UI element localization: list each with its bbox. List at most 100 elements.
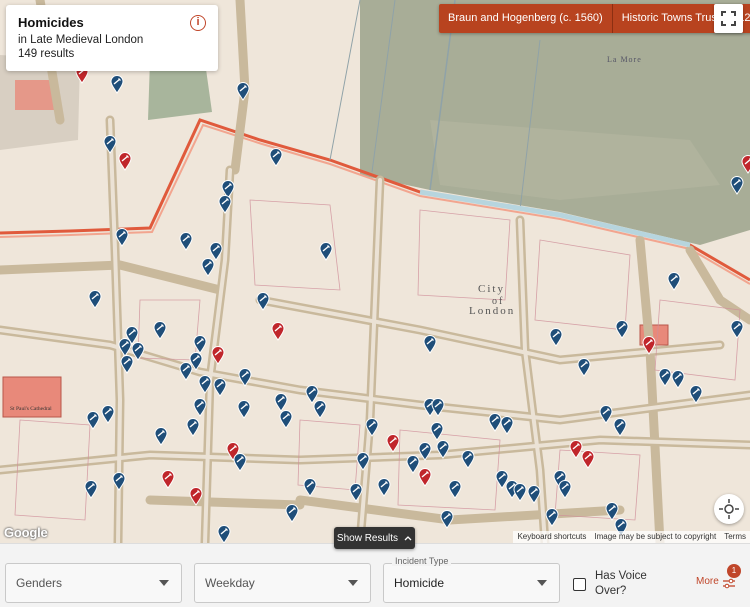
map-subtitle: in Late Medieval London bbox=[18, 34, 144, 46]
homicide-marker-icon[interactable] bbox=[198, 375, 212, 394]
homicide-marker-icon[interactable] bbox=[218, 195, 232, 214]
homicide-marker-icon[interactable] bbox=[613, 418, 627, 437]
more-filters-badge: 1 bbox=[727, 564, 741, 578]
homicide-marker-icon[interactable] bbox=[115, 228, 129, 247]
homicide-marker-icon[interactable] bbox=[549, 328, 563, 347]
genders-placeholder: Genders bbox=[16, 576, 63, 590]
homicide-marker-icon[interactable] bbox=[365, 418, 379, 437]
recenter-icon bbox=[719, 499, 739, 519]
tab-braun-hogenberg[interactable]: Braun and Hogenberg (c. 1560) bbox=[439, 4, 612, 33]
results-info-card: Homicides in Late Medieval London 149 re… bbox=[6, 5, 218, 71]
homicide-marker-icon[interactable] bbox=[101, 405, 115, 424]
homicide-marker-icon[interactable] bbox=[179, 232, 193, 251]
homicide-marker-icon[interactable] bbox=[285, 504, 299, 523]
homicide-marker-icon[interactable] bbox=[86, 411, 100, 430]
homicide-marker-icon[interactable] bbox=[377, 478, 391, 497]
homicide-marker-icon[interactable] bbox=[269, 148, 283, 167]
homicide-marker-icon[interactable] bbox=[671, 370, 685, 389]
homicide-marker-icon[interactable] bbox=[418, 468, 432, 487]
homicide-marker-icon[interactable] bbox=[313, 400, 327, 419]
filter-sliders-icon[interactable] bbox=[722, 577, 736, 592]
map-label-la-more: La More bbox=[607, 55, 642, 64]
map-label-st-pauls: St Paul's Cathedral bbox=[10, 406, 52, 412]
homicide-marker-icon[interactable] bbox=[213, 378, 227, 397]
homicide-marker-icon[interactable] bbox=[120, 355, 134, 374]
homicide-marker-icon[interactable] bbox=[730, 176, 744, 195]
terms-link[interactable]: Terms bbox=[720, 531, 750, 543]
more-filters-button[interactable]: More bbox=[696, 576, 719, 587]
homicide-marker-icon[interactable] bbox=[110, 75, 124, 94]
info-icon[interactable]: i bbox=[190, 15, 206, 31]
imagery-notice: Image may be subject to copyright bbox=[594, 532, 717, 541]
homicide-marker-icon[interactable] bbox=[217, 525, 231, 543]
show-results-button[interactable]: Show Results bbox=[334, 527, 415, 549]
homicide-marker-icon[interactable] bbox=[256, 292, 270, 311]
homicide-marker-icon[interactable] bbox=[615, 320, 629, 339]
homicide-marker-icon[interactable] bbox=[88, 290, 102, 309]
voice-over-label: Has Voice Over? bbox=[595, 570, 647, 597]
homicide-marker-icon[interactable] bbox=[581, 450, 595, 469]
homicide-marker-icon[interactable] bbox=[440, 510, 454, 529]
homicide-marker-icon[interactable] bbox=[436, 440, 450, 459]
homicide-marker-icon[interactable] bbox=[386, 434, 400, 453]
homicide-marker-icon[interactable] bbox=[418, 442, 432, 461]
homicide-marker-icon[interactable] bbox=[513, 483, 527, 502]
incident-type-label: Incident Type bbox=[392, 556, 452, 566]
chevron-up-icon bbox=[404, 536, 412, 541]
chevron-down-icon bbox=[348, 580, 358, 586]
homicide-marker-icon[interactable] bbox=[642, 336, 656, 355]
homicide-marker-icon[interactable] bbox=[431, 398, 445, 417]
homicide-marker-icon[interactable] bbox=[527, 485, 541, 504]
homicide-marker-icon[interactable] bbox=[500, 416, 514, 435]
homicide-marker-icon[interactable] bbox=[236, 82, 250, 101]
homicide-marker-icon[interactable] bbox=[430, 422, 444, 441]
homicide-marker-icon[interactable] bbox=[186, 418, 200, 437]
homicide-marker-icon[interactable] bbox=[118, 152, 132, 171]
homicide-marker-icon[interactable] bbox=[667, 272, 681, 291]
fullscreen-button[interactable] bbox=[714, 4, 743, 33]
homicide-marker-icon[interactable] bbox=[599, 405, 613, 424]
voice-over-checkbox[interactable] bbox=[573, 578, 586, 591]
genders-select[interactable]: Genders bbox=[5, 563, 182, 603]
homicide-marker-icon[interactable] bbox=[84, 480, 98, 499]
homicide-marker-icon[interactable] bbox=[423, 335, 437, 354]
map-layer-tabs: Braun and Hogenberg (c. 1560) Historic T… bbox=[439, 4, 750, 33]
show-results-label: Show Results bbox=[336, 532, 399, 544]
homicide-marker-icon[interactable] bbox=[238, 368, 252, 387]
homicide-marker-icon[interactable] bbox=[201, 258, 215, 277]
weekday-select[interactable]: Weekday bbox=[194, 563, 371, 603]
homicide-marker-icon[interactable] bbox=[211, 346, 225, 365]
homicide-marker-icon[interactable] bbox=[461, 450, 475, 469]
homicide-marker-icon[interactable] bbox=[689, 385, 703, 404]
homicide-marker-icon[interactable] bbox=[303, 478, 317, 497]
homicide-marker-icon[interactable] bbox=[161, 470, 175, 489]
homicide-marker-icon[interactable] bbox=[153, 321, 167, 340]
homicide-marker-icon[interactable] bbox=[233, 453, 247, 472]
homicide-marker-icon[interactable] bbox=[356, 452, 370, 471]
homicide-marker-icon[interactable] bbox=[179, 362, 193, 381]
homicide-marker-icon[interactable] bbox=[237, 400, 251, 419]
homicide-marker-icon[interactable] bbox=[271, 322, 285, 341]
homicide-marker-icon[interactable] bbox=[558, 480, 572, 499]
homicide-marker-icon[interactable] bbox=[448, 480, 462, 499]
homicide-marker-icon[interactable] bbox=[577, 358, 591, 377]
incident-type-select[interactable]: Incident Type Homicide bbox=[383, 556, 560, 603]
homicide-marker-icon[interactable] bbox=[730, 320, 744, 339]
homicide-marker-icon[interactable] bbox=[319, 242, 333, 261]
recenter-button[interactable] bbox=[714, 494, 744, 524]
keyboard-shortcuts-link[interactable]: Keyboard shortcuts bbox=[513, 531, 590, 543]
homicide-marker-icon[interactable] bbox=[658, 368, 672, 387]
homicide-marker-icon[interactable] bbox=[279, 410, 293, 429]
map-label-city: City bbox=[478, 283, 505, 295]
homicide-marker-icon[interactable] bbox=[193, 398, 207, 417]
homicide-marker-icon[interactable] bbox=[112, 472, 126, 491]
homicide-marker-icon[interactable] bbox=[545, 508, 559, 527]
homicide-marker-icon[interactable] bbox=[741, 155, 750, 174]
homicide-marker-icon[interactable] bbox=[103, 135, 117, 154]
homicide-marker-icon[interactable] bbox=[189, 487, 203, 506]
map-title: Homicides bbox=[18, 15, 84, 30]
weekday-placeholder: Weekday bbox=[205, 576, 255, 590]
homicide-marker-icon[interactable] bbox=[154, 427, 168, 446]
map[interactable]: City of London La More St Paul's Cathedr… bbox=[0, 0, 750, 543]
homicide-marker-icon[interactable] bbox=[349, 483, 363, 502]
